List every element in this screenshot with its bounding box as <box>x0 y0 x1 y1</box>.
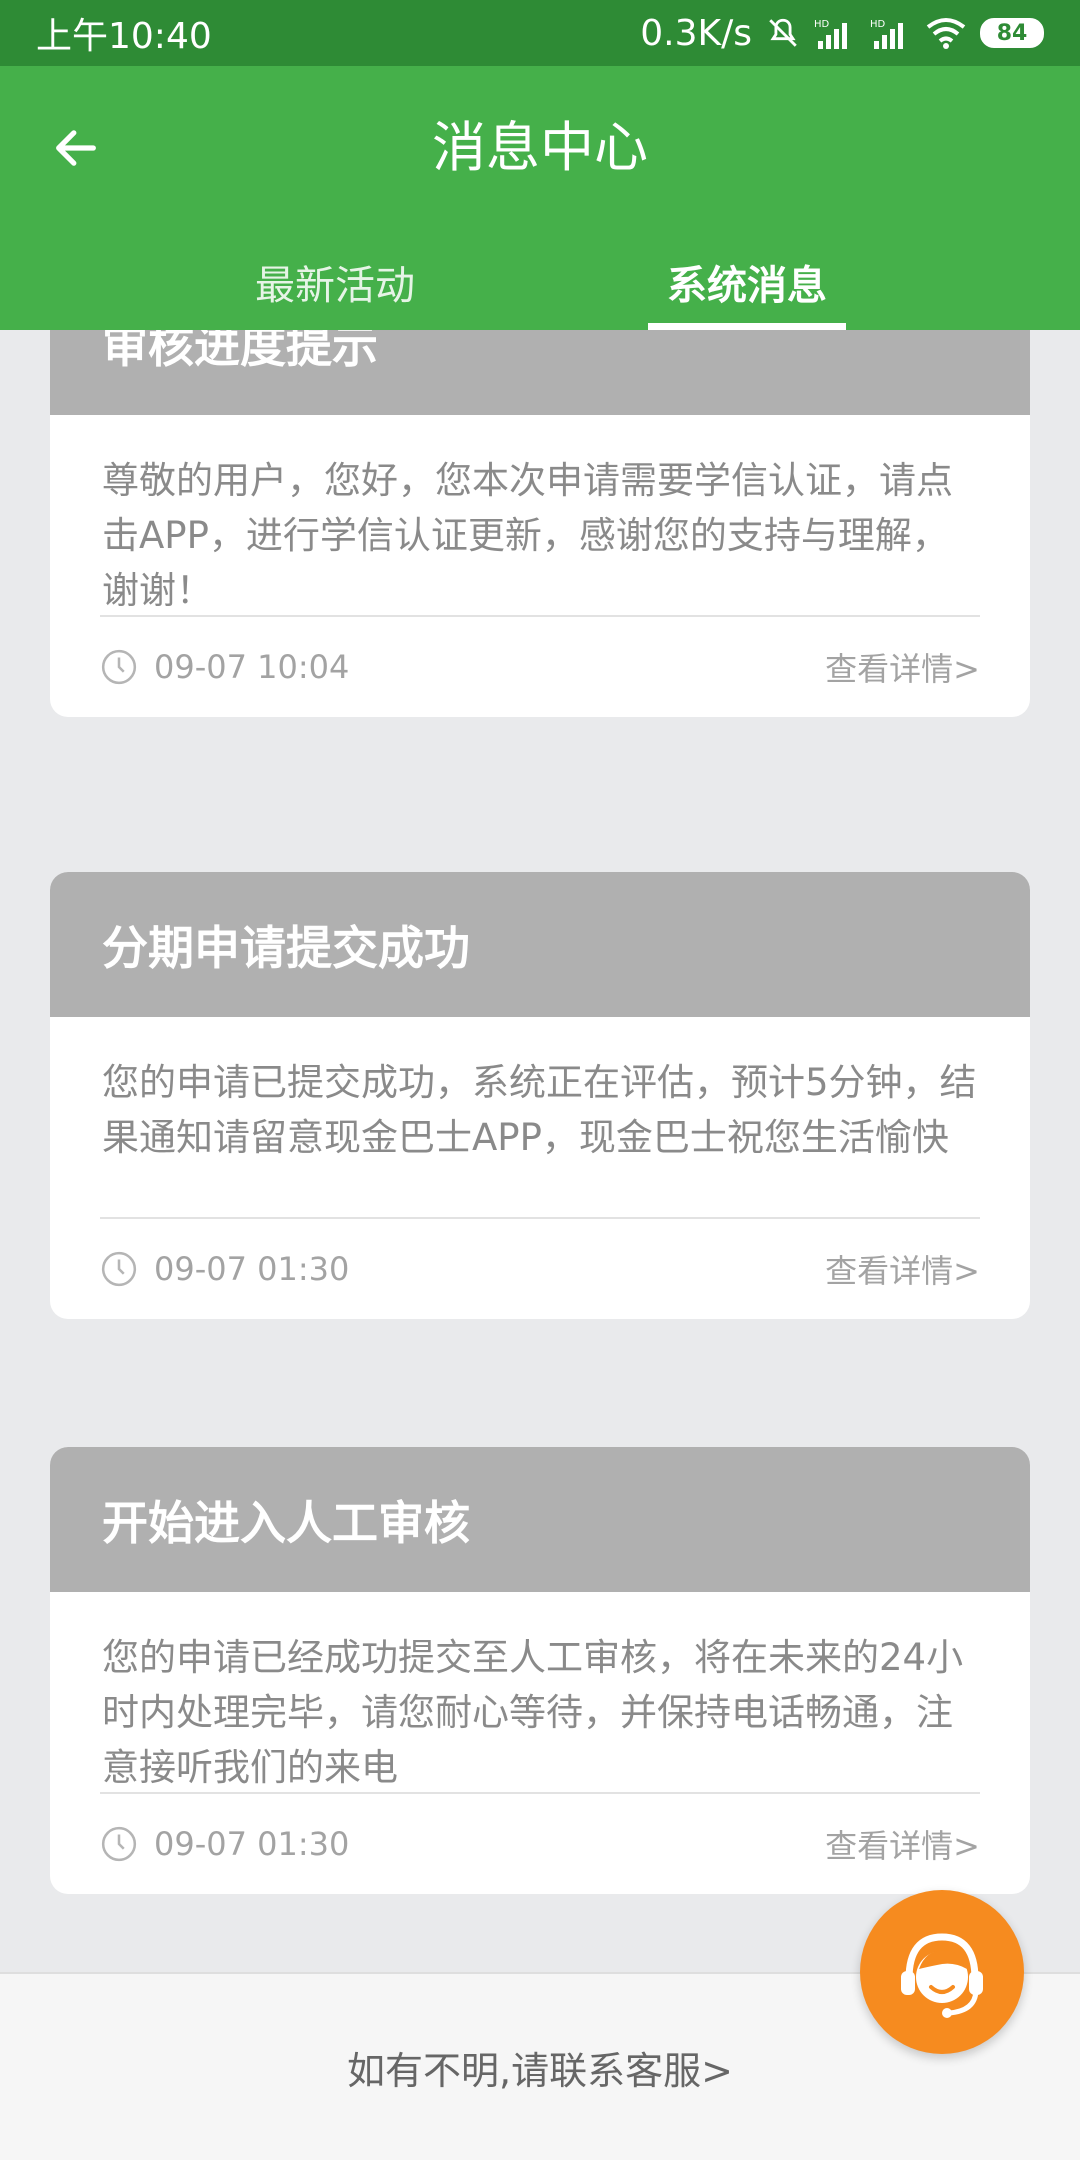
message-title: 分期申请提交成功 <box>50 872 1030 1017</box>
customer-service-icon <box>901 1933 983 2018</box>
message-footer: 09-07 01:30 查看详情> <box>50 1219 1030 1319</box>
tab-latest-activities[interactable]: 最新活动 <box>215 246 455 330</box>
clock-icon <box>101 1251 137 1287</box>
contact-support-link[interactable]: 如有不明,请联系客服> <box>347 2040 733 2095</box>
message-title: 审核进度提示 <box>50 330 1030 415</box>
page-title: 消息中心 <box>432 116 648 179</box>
time-text: 09-07 10:04 <box>154 648 350 686</box>
message-body: 您的申请已提交成功，系统正在评估，预计5分钟，结果通知请留意现金巴士APP，现金… <box>102 1061 977 1159</box>
clock-icon <box>101 649 137 685</box>
view-details-link[interactable]: 查看详情> <box>825 1821 980 1867</box>
message-title: 开始进入人工审核 <box>50 1447 1030 1592</box>
status-time: 上午10:40 <box>36 16 212 57</box>
mute-bell-icon <box>766 16 800 50</box>
tab-system-messages[interactable]: 系统消息 <box>648 246 846 330</box>
tab-bar: 最新活动 系统消息 <box>0 246 1080 330</box>
time-text: 09-07 01:30 <box>154 1825 350 1863</box>
customer-service-button[interactable] <box>860 1890 1024 2054</box>
message-time: 09-07 01:30 <box>100 1825 349 1863</box>
app-header: 消息中心 最新活动 系统消息 <box>0 66 1080 330</box>
status-indicators: 0.3K/s HD HD 84 <box>640 13 1044 54</box>
time-text: 09-07 01:30 <box>154 1250 350 1288</box>
battery-icon: 84 <box>980 18 1044 48</box>
wifi-icon <box>926 17 966 49</box>
message-time: 09-07 01:30 <box>100 1250 349 1288</box>
signal-hd-icon: HD <box>870 17 912 49</box>
clock-icon <box>101 1826 137 1862</box>
svg-text:HD: HD <box>814 19 830 30</box>
message-list[interactable]: 审核进度提示 尊敬的用户，您好，您本次申请需要学信认证，请点击APP，进行学信认… <box>0 330 1080 1972</box>
net-speed: 0.3K/s <box>640 12 752 54</box>
status-bar: 上午10:40 0.3K/s HD HD 84 <box>0 0 1080 66</box>
message-card[interactable]: 分期申请提交成功 您的申请已提交成功，系统正在评估，预计5分钟，结果通知请留意现… <box>50 872 1030 1319</box>
message-card[interactable]: 审核进度提示 尊敬的用户，您好，您本次申请需要学信认证，请点击APP，进行学信认… <box>50 330 1030 717</box>
message-footer: 09-07 01:30 查看详情> <box>50 1794 1030 1894</box>
signal-hd-icon: HD <box>814 17 856 49</box>
active-tab-indicator <box>648 323 846 330</box>
tab-label: 系统消息 <box>667 263 827 309</box>
message-body: 您的申请已经成功提交至人工审核，将在未来的24小时内处理完毕，请您耐心等待，并保… <box>102 1636 964 1789</box>
svg-text:HD: HD <box>870 19 886 30</box>
message-time: 09-07 10:04 <box>100 648 349 686</box>
message-card[interactable]: 开始进入人工审核 您的申请已经成功提交至人工审核，将在未来的24小时内处理完毕，… <box>50 1447 1030 1894</box>
tab-label: 最新活动 <box>255 263 415 309</box>
message-footer: 09-07 10:04 查看详情> <box>50 617 1030 717</box>
message-body: 尊敬的用户，您好，您本次申请需要学信认证，请点击APP，进行学信认证更新，感谢您… <box>102 459 953 612</box>
view-details-link[interactable]: 查看详情> <box>825 644 980 690</box>
view-details-link[interactable]: 查看详情> <box>825 1246 980 1292</box>
